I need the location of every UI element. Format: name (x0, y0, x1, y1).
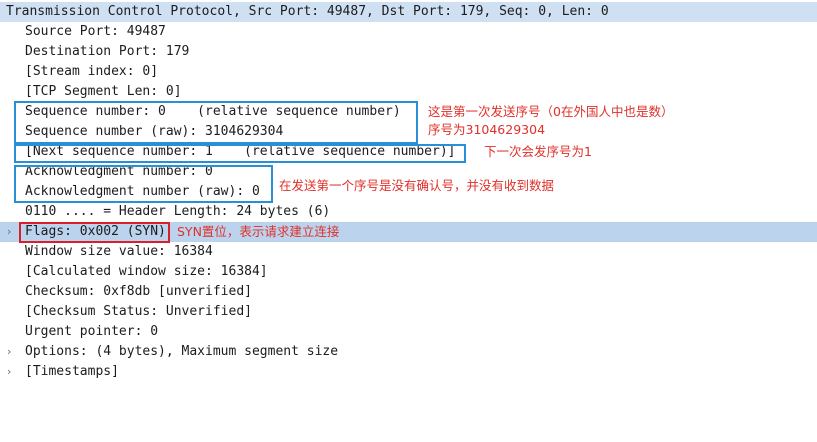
tree-row-urgent-pointer[interactable]: Urgent pointer: 0 (0, 322, 817, 342)
annotation-box-sequence-numbers (14, 101, 418, 144)
chevron-right-icon[interactable]: › (7, 222, 17, 242)
tree-row-label: [Calculated window size: 16384] (25, 264, 268, 279)
tree-row-window-size-value[interactable]: Window size value: 16384 (0, 242, 817, 262)
tree-row-label: [Checksum Status: Unverified] (25, 304, 252, 319)
tree-row-label: [Stream index: 0] (25, 64, 159, 79)
tree-row-label: Options: (4 bytes), Maximum segment size (25, 344, 339, 359)
annotation-sequence-note-line2: 序号为3104629304 (428, 122, 546, 137)
tree-row-timestamps[interactable]: › [Timestamps] (0, 362, 817, 382)
tree-row-options[interactable]: › Options: (4 bytes), Maximum segment si… (0, 342, 817, 362)
annotation-box-flags (19, 222, 170, 243)
tree-row-source-port[interactable]: Source Port: 49487 (0, 22, 817, 42)
tcp-header-label: Transmission Control Protocol, Src Port:… (6, 4, 609, 19)
annotation-sequence-note-line1: 这是第一次发送序号（0在外国人中也是数） (428, 104, 674, 119)
tree-row-destination-port[interactable]: Destination Port: 179 (0, 42, 817, 62)
tree-row-calculated-window-size[interactable]: [Calculated window size: 16384] (0, 262, 817, 282)
tree-row-checksum[interactable]: Checksum: 0xf8db [unverified] (0, 282, 817, 302)
tree-row-label: 0110 .... = Header Length: 24 bytes (6) (25, 204, 331, 219)
packet-details-tree: Transmission Control Protocol, Src Port:… (0, 0, 817, 404)
tree-row-label: Urgent pointer: 0 (25, 324, 159, 339)
tree-row-label: [TCP Segment Len: 0] (25, 84, 182, 99)
annotation-next-sequence-note: 下一次会发序号为1 (484, 144, 592, 159)
tree-row-label: Checksum: 0xf8db [unverified] (25, 284, 252, 299)
annotation-acknowledgment-note: 在发送第一个序号是没有确认号，并没有收到数据 (279, 178, 555, 193)
tree-row-label: Destination Port: 179 (25, 44, 190, 59)
tree-row-stream-index[interactable]: [Stream index: 0] (0, 62, 817, 82)
chevron-right-icon[interactable]: › (7, 342, 17, 362)
tree-row-checksum-status[interactable]: [Checksum Status: Unverified] (0, 302, 817, 322)
annotation-box-next-sequence (14, 144, 466, 163)
chevron-right-icon[interactable]: › (7, 362, 17, 382)
tree-row-header-length[interactable]: 0110 .... = Header Length: 24 bytes (6) (0, 202, 817, 222)
tree-row-tcp-segment-len[interactable]: [TCP Segment Len: 0] (0, 82, 817, 102)
annotation-flags-note: SYN置位，表示请求建立连接 (177, 224, 340, 239)
tcp-protocol-header-row[interactable]: Transmission Control Protocol, Src Port:… (0, 2, 817, 22)
tree-row-label: Source Port: 49487 (25, 24, 166, 39)
tree-row-label: Window size value: 16384 (25, 244, 213, 259)
annotation-box-acknowledgment (14, 165, 273, 203)
tree-row-label: [Timestamps] (25, 364, 119, 379)
